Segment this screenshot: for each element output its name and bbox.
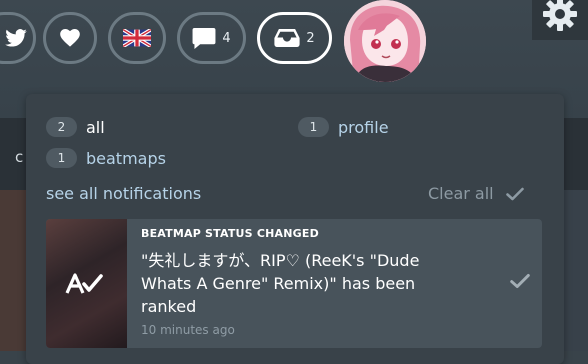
- beatmap-thumbnail: [46, 219, 127, 348]
- filter-beatmaps[interactable]: 1 beatmaps: [46, 148, 166, 168]
- notification-item[interactable]: BEATMAP STATUS CHANGED "失礼しますが、RIP♡ (Ree…: [46, 219, 542, 348]
- chat-count: 4: [222, 30, 231, 46]
- notifications-button[interactable]: 2: [257, 12, 332, 64]
- filter-beatmaps-count: 1: [46, 148, 77, 168]
- avatar-illustration: [344, 0, 426, 82]
- notification-type: BEATMAP STATUS CHANGED: [141, 227, 319, 240]
- notification-title[interactable]: "失礼しますが、RIP♡ (ReeK's "Dude Whats A Genre…: [141, 249, 471, 318]
- inbox-tray-icon: [274, 29, 300, 47]
- chat-button[interactable]: 4: [177, 12, 246, 64]
- twitter-bird-icon: [5, 29, 27, 47]
- heart-icon: [60, 29, 80, 47]
- settings-button[interactable]: [532, 0, 588, 40]
- gear-icon: [543, 0, 577, 31]
- filter-profile[interactable]: 1 profile: [298, 117, 389, 137]
- background-text: c: [15, 148, 24, 166]
- content-image-strip: [0, 190, 28, 351]
- notification-time: 10 minutes ago: [141, 323, 235, 337]
- see-all-notifications-link[interactable]: see all notifications: [46, 184, 201, 203]
- filter-profile-count: 1: [298, 117, 329, 137]
- language-button[interactable]: [108, 12, 166, 64]
- filter-profile-label: profile: [338, 117, 389, 137]
- clear-all-label: Clear all: [428, 184, 494, 203]
- chat-bubble-icon: [192, 27, 216, 49]
- ranked-status-icon: [65, 273, 103, 294]
- uk-flag-icon: [123, 29, 151, 47]
- support-button[interactable]: [43, 12, 97, 64]
- filter-all-label: all: [86, 117, 105, 137]
- notifications-count: 2: [306, 30, 315, 46]
- check-icon: [505, 187, 524, 200]
- clear-all-button[interactable]: Clear all: [428, 184, 524, 203]
- filter-all-count: 2: [46, 117, 77, 137]
- user-avatar[interactable]: [344, 0, 426, 82]
- mark-read-check-icon[interactable]: [510, 273, 530, 289]
- filter-beatmaps-label: beatmaps: [86, 148, 166, 168]
- filter-all[interactable]: 2 all: [46, 117, 105, 137]
